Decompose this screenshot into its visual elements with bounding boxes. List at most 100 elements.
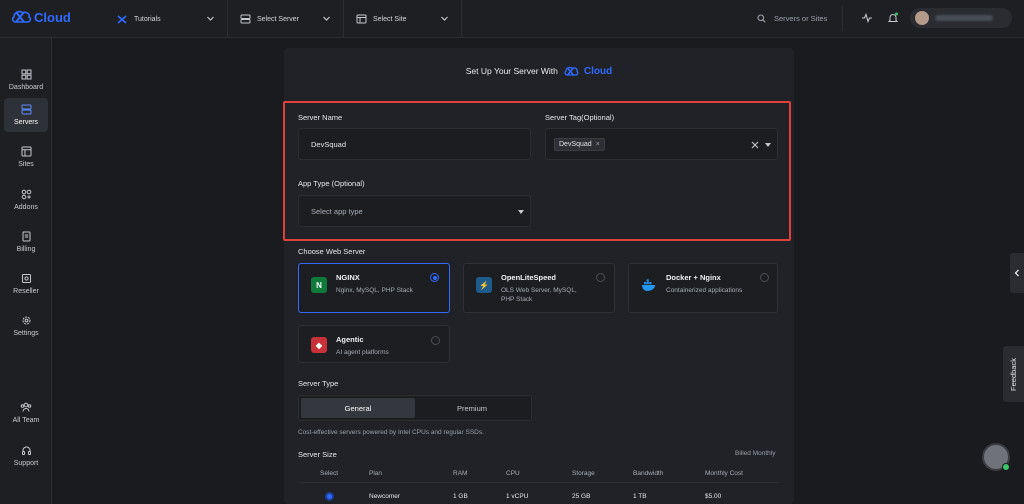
server-icon <box>21 104 31 115</box>
web-server-option-agentic[interactable]: ◆ Agentic AI agent platforms <box>298 325 450 363</box>
feedback-tab[interactable]: Feedback <box>1003 346 1024 402</box>
user-name-redacted <box>935 15 993 21</box>
layout-icon <box>21 146 31 157</box>
side-panel-toggle[interactable] <box>1010 253 1024 293</box>
global-search[interactable]: Servers or Sites <box>745 6 843 31</box>
server-type-note: Cost-effective servers powered by Intel … <box>298 429 484 436</box>
plan-radio-selected[interactable] <box>325 492 334 501</box>
chevron-left-icon <box>1014 269 1019 277</box>
server-name-input[interactable]: DevSquad <box>298 128 531 160</box>
gear-icon <box>22 316 30 325</box>
column-header-bandwidth: Bandwidth <box>633 470 664 477</box>
page-title-brand: Cloud <box>583 65 613 77</box>
server-type-label: Server Type <box>298 379 339 388</box>
tutorials-label: Tutorials <box>134 15 161 23</box>
reseller-icon <box>21 274 31 283</box>
column-header-monthly-cost: Monthly Cost <box>705 470 743 477</box>
server-icon <box>240 14 251 24</box>
bell-icon[interactable] <box>887 12 899 24</box>
page-title: Set Up Your Server With Cloud <box>284 65 794 77</box>
sidebar-item-settings[interactable]: Settings <box>4 309 48 343</box>
team-icon <box>20 402 32 412</box>
chip-remove-icon[interactable]: × <box>596 141 600 148</box>
app-type-placeholder: Select app type <box>311 206 363 216</box>
sidebar-item-label: Support <box>13 460 39 467</box>
grid-icon <box>21 69 31 80</box>
user-menu[interactable] <box>910 8 1012 28</box>
server-tag-input[interactable]: DevSquad × <box>545 128 778 160</box>
x-cloud-icon <box>11 10 32 23</box>
page-title-text: Set Up Your Server With <box>465 66 558 76</box>
chevron-down-icon <box>207 16 214 21</box>
sidebar-item-label: All Team <box>12 417 40 424</box>
web-server-option-nginx[interactable]: N NGINX Nginx, MySQL, PHP Stack <box>298 263 450 313</box>
tutorials-selector[interactable]: Tutorials <box>104 0 228 38</box>
select-server-dropdown[interactable]: Select Server <box>228 0 344 38</box>
select-site-label: Select Site <box>373 15 407 23</box>
docker-icon <box>641 277 657 293</box>
table-divider <box>298 482 779 483</box>
sidebar-item-support[interactable]: Support <box>4 439 48 473</box>
web-server-radio[interactable] <box>430 273 439 282</box>
plan-bandwidth: 1 TB <box>633 493 647 500</box>
server-tag-chip[interactable]: DevSquad × <box>554 137 605 151</box>
sidebar-item-addons[interactable]: Addons <box>4 183 48 217</box>
sidebar-item-all-team[interactable]: All Team <box>4 396 48 430</box>
receipt-icon <box>22 231 30 242</box>
sidebar-item-billing[interactable]: Billing <box>4 225 48 259</box>
sidebar-item-label: Dashboard <box>8 84 44 91</box>
server-type-toggle: General Premium <box>298 395 532 421</box>
column-header-cpu: CPU <box>506 470 520 477</box>
web-server-title: NGINX <box>336 273 360 282</box>
support-chat-avatar[interactable] <box>982 443 1010 471</box>
plan-ram: 1 GB <box>453 493 468 500</box>
chevron-down-icon <box>441 16 448 21</box>
server-tag-label: Server Tag(Optional) <box>545 113 615 122</box>
avatar <box>915 11 929 25</box>
sidebar-item-reseller[interactable]: Reseller <box>4 267 48 301</box>
online-status-dot <box>1002 463 1010 471</box>
feedback-label: Feedback <box>1009 357 1018 391</box>
activity-icon[interactable] <box>861 12 873 24</box>
top-bar: Cloud Tutorials Select Server Select Sit… <box>0 0 1024 38</box>
column-header-ram: RAM <box>453 470 468 477</box>
server-type-option-premium[interactable]: Premium <box>415 398 529 418</box>
search-placeholder: Servers or Sites <box>774 14 828 23</box>
web-server-title: Agentic <box>336 335 364 344</box>
billing-period-label: Billed Monthly <box>735 450 776 457</box>
web-server-option-openlitespeed[interactable]: ⚡ OpenLiteSpeed OLS Web Server, MySQL, P… <box>463 263 615 313</box>
server-tag-chip-label: DevSquad <box>559 140 592 148</box>
web-server-title: OpenLiteSpeed <box>501 273 557 282</box>
web-server-radio[interactable] <box>596 273 605 282</box>
web-server-option-docker[interactable]: Docker + Nginx Containerized application… <box>628 263 778 313</box>
clear-icon[interactable] <box>751 141 759 149</box>
web-server-radio[interactable] <box>760 273 769 282</box>
web-server-desc: OLS Web Server, MySQL, PHP Stack <box>501 287 577 303</box>
layout-icon <box>356 14 367 24</box>
column-header-select: Select <box>320 470 339 477</box>
select-site-dropdown[interactable]: Select Site <box>344 0 462 38</box>
sidebar-item-sites[interactable]: Sites <box>4 140 48 174</box>
plan-cpu: 1 vCPU <box>506 493 529 500</box>
sidebar-item-label: Addons <box>14 204 38 211</box>
plan-storage: 25 GB <box>572 493 591 500</box>
sidebar-item-label: Settings <box>13 330 39 337</box>
brand-name: Cloud <box>34 9 71 25</box>
server-type-option-general[interactable]: General <box>301 398 415 418</box>
web-server-title: Docker + Nginx <box>666 273 721 282</box>
sidebar-item-dashboard[interactable]: Dashboard <box>4 63 48 97</box>
server-size-label: Server Size <box>298 450 337 459</box>
plan-name: Newcomer <box>369 493 401 500</box>
brand-logo[interactable]: Cloud <box>10 8 71 26</box>
app-type-select[interactable]: Select app type <box>298 195 531 227</box>
web-server-desc: Containerized applications <box>666 287 743 294</box>
plan-cost: $5.00 <box>705 493 722 500</box>
sidebar-item-label: Reseller <box>13 288 39 295</box>
caret-down-icon[interactable] <box>765 143 771 147</box>
web-server-radio[interactable] <box>431 336 440 345</box>
sidebar: Dashboard Servers Sites Addons Billing R… <box>0 38 52 504</box>
web-server-desc: AI agent platforms <box>336 349 389 356</box>
x-cloud-icon <box>117 15 127 24</box>
sidebar-item-servers[interactable]: Servers <box>4 98 48 132</box>
column-header-plan: Plan <box>369 470 383 477</box>
